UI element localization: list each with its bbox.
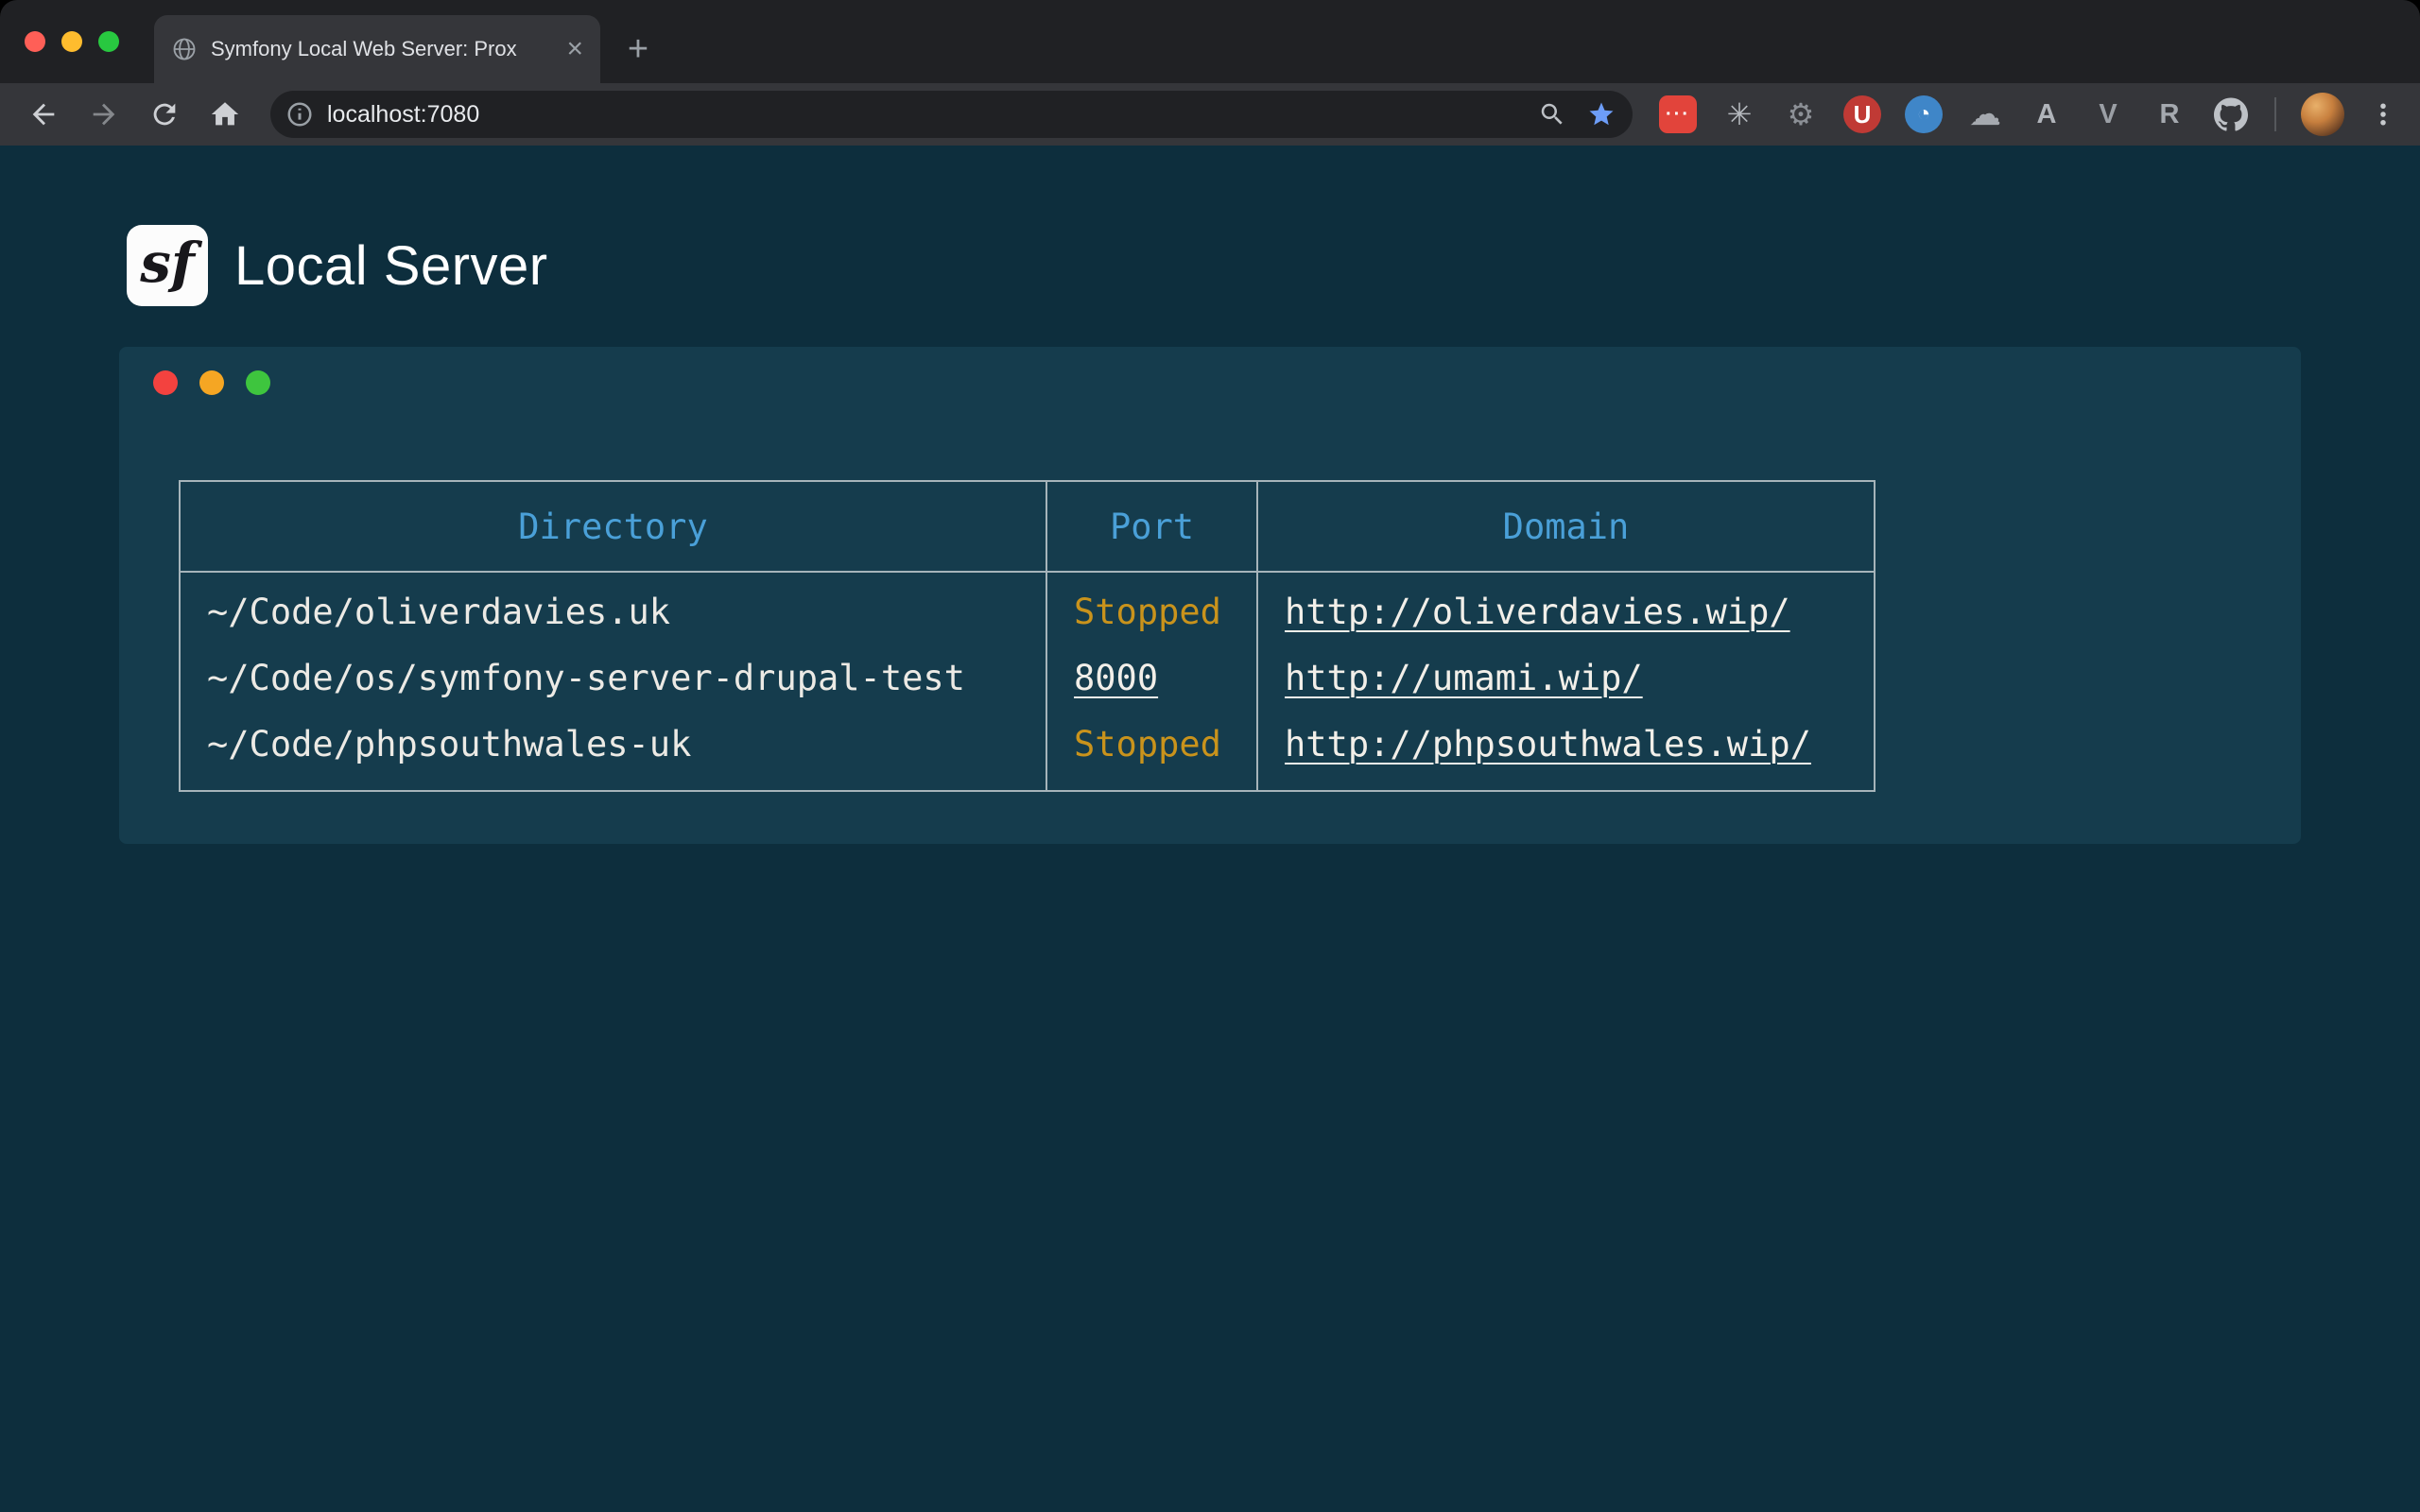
column-header-directory: Directory [180,481,1046,572]
brand-header: sf Local Server [127,225,548,306]
ublock-extension-icon[interactable]: U [1843,95,1881,133]
window-close-button[interactable] [25,31,45,52]
browser-tab[interactable]: Symfony Local Web Server: Prox × [154,15,600,83]
toolbar-separator [2274,97,2276,131]
port-status-stopped: Stopped [1074,592,1221,632]
profile-avatar[interactable] [2301,93,2344,136]
directory-cell: ~/Code/os/symfony-server-drupal-test [180,644,1046,711]
table-row: ~/Code/oliverdavies.uk Stopped http://ol… [180,572,1875,644]
letter-r-extension-icon[interactable]: R [2151,95,2188,133]
domain-cell: http://phpsouthwales.wip/ [1257,711,1875,791]
column-header-port: Port [1046,481,1257,572]
new-tab-button[interactable]: + [619,32,657,70]
port-cell: Stopped [1046,711,1257,791]
domain-link[interactable]: http://phpsouthwales.wip/ [1285,724,1811,765]
tab-title: Symfony Local Web Server: Prox [211,37,557,61]
domain-link[interactable]: http://umami.wip/ [1285,658,1643,698]
home-icon [209,98,241,130]
window-zoom-button[interactable] [98,31,119,52]
table-row: ~/Code/os/symfony-server-drupal-test 800… [180,644,1875,711]
extensions-bar: ··· ✳ ⚙ U ◔ ☁ A V R [1659,95,2250,133]
letter-v-extension-icon[interactable]: V [2089,95,2127,133]
github-octocat-extension-icon[interactable] [2212,95,2250,133]
port-link[interactable]: 8000 [1074,658,1158,698]
page-title: Local Server [234,234,548,298]
server-panel: Directory Port Domain ~/Code/oliverdavie… [119,347,2301,844]
red-dots-extension-icon[interactable]: ··· [1659,95,1697,133]
cloud-extension-icon[interactable]: ☁ [1966,95,2004,133]
browser-window: Symfony Local Web Server: Prox × + [0,0,2420,1512]
letter-a-extension-icon[interactable]: A [2028,95,2066,133]
port-cell: Stopped [1046,572,1257,644]
home-button[interactable] [206,95,244,133]
table-row: ~/Code/phpsouthwales-uk Stopped http://p… [180,711,1875,791]
panel-dot-orange [199,370,224,395]
panel-window-dots [153,370,270,395]
browser-menu-button[interactable] [2367,95,2399,133]
port-cell: 8000 [1046,644,1257,711]
directory-cell: ~/Code/phpsouthwales-uk [180,711,1046,791]
directory-cell: ~/Code/oliverdavies.uk [180,572,1046,644]
reload-button[interactable] [146,95,183,133]
octocat-icon [2214,97,2248,131]
tab-close-icon[interactable]: × [566,35,583,63]
tab-strip: Symfony Local Web Server: Prox × + [0,0,2420,83]
globe-icon [171,36,198,62]
blue-circle-extension-icon[interactable]: ◔ [1905,95,1943,133]
back-button[interactable] [25,95,62,133]
back-icon [27,98,60,130]
panel-dot-green [246,370,270,395]
forward-button[interactable] [85,95,123,133]
forward-icon [88,98,120,130]
window-controls [25,31,119,52]
kebab-menu-icon [2369,100,2397,129]
domain-cell: http://umami.wip/ [1257,644,1875,711]
servers-table: Directory Port Domain ~/Code/oliverdavie… [179,480,1876,792]
table-header-row: Directory Port Domain [180,481,1875,572]
reload-icon [148,98,181,130]
symfony-logo: sf [127,225,208,306]
gear-extension-icon[interactable]: ⚙ [1782,95,1820,133]
port-status-stopped: Stopped [1074,724,1221,765]
domain-cell: http://oliverdavies.wip/ [1257,572,1875,644]
domain-link[interactable]: http://oliverdavies.wip/ [1285,592,1790,632]
zoom-magnifier-icon[interactable] [1538,100,1566,129]
asterisk-extension-icon[interactable]: ✳ [1720,95,1758,133]
page-content: sf Local Server Directory Port Domain [0,146,2420,1512]
bookmark-star-icon[interactable] [1587,100,1616,129]
info-icon [285,100,314,129]
address-bar[interactable]: localhost:7080 [270,91,1633,138]
page-info-button[interactable] [285,100,314,129]
panel-dot-red [153,370,178,395]
url-text: localhost:7080 [327,101,1538,129]
browser-toolbar: localhost:7080 ··· ✳ ⚙ U ◔ ☁ A V R [0,83,2420,146]
window-minimize-button[interactable] [61,31,82,52]
column-header-domain: Domain [1257,481,1875,572]
